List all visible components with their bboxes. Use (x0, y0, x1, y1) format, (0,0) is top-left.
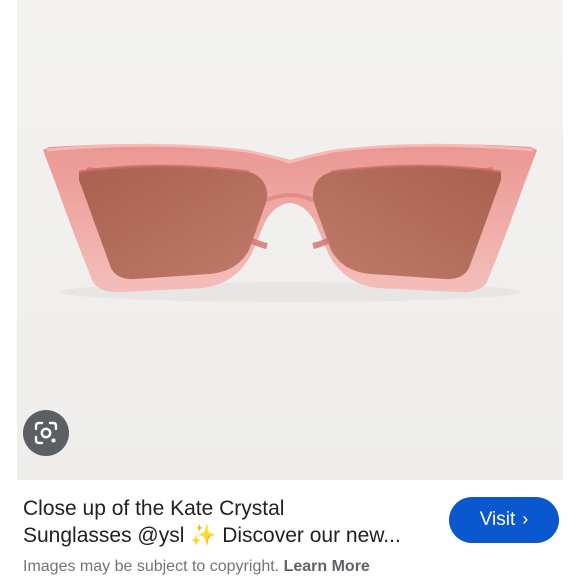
result-title[interactable]: Close up of the Kate Crystal Sunglasses … (23, 495, 433, 549)
google-lens-icon (34, 421, 58, 445)
sunglasses-illustration (17, 0, 563, 480)
product-image[interactable] (17, 0, 563, 480)
visit-button[interactable]: Visit › (449, 497, 559, 543)
result-caption-panel: Close up of the Kate Crystal Sunglasses … (0, 480, 580, 580)
google-lens-button[interactable] (23, 410, 69, 456)
chevron-right-icon: › (522, 509, 529, 529)
image-preview-screen: Close up of the Kate Crystal Sunglasses … (0, 0, 580, 580)
result-title-line2: Sunglasses @ysl ✨ Discover our new... (23, 524, 401, 547)
result-title-line1: Close up of the Kate Crystal (23, 497, 285, 520)
visit-label: Visit (479, 509, 516, 530)
copyright-text: Images may be subject to copyright. (23, 558, 284, 575)
copyright-notice: Images may be subject to copyright. Lear… (23, 557, 370, 577)
image-area (0, 0, 580, 480)
learn-more-link[interactable]: Learn More (284, 558, 370, 575)
